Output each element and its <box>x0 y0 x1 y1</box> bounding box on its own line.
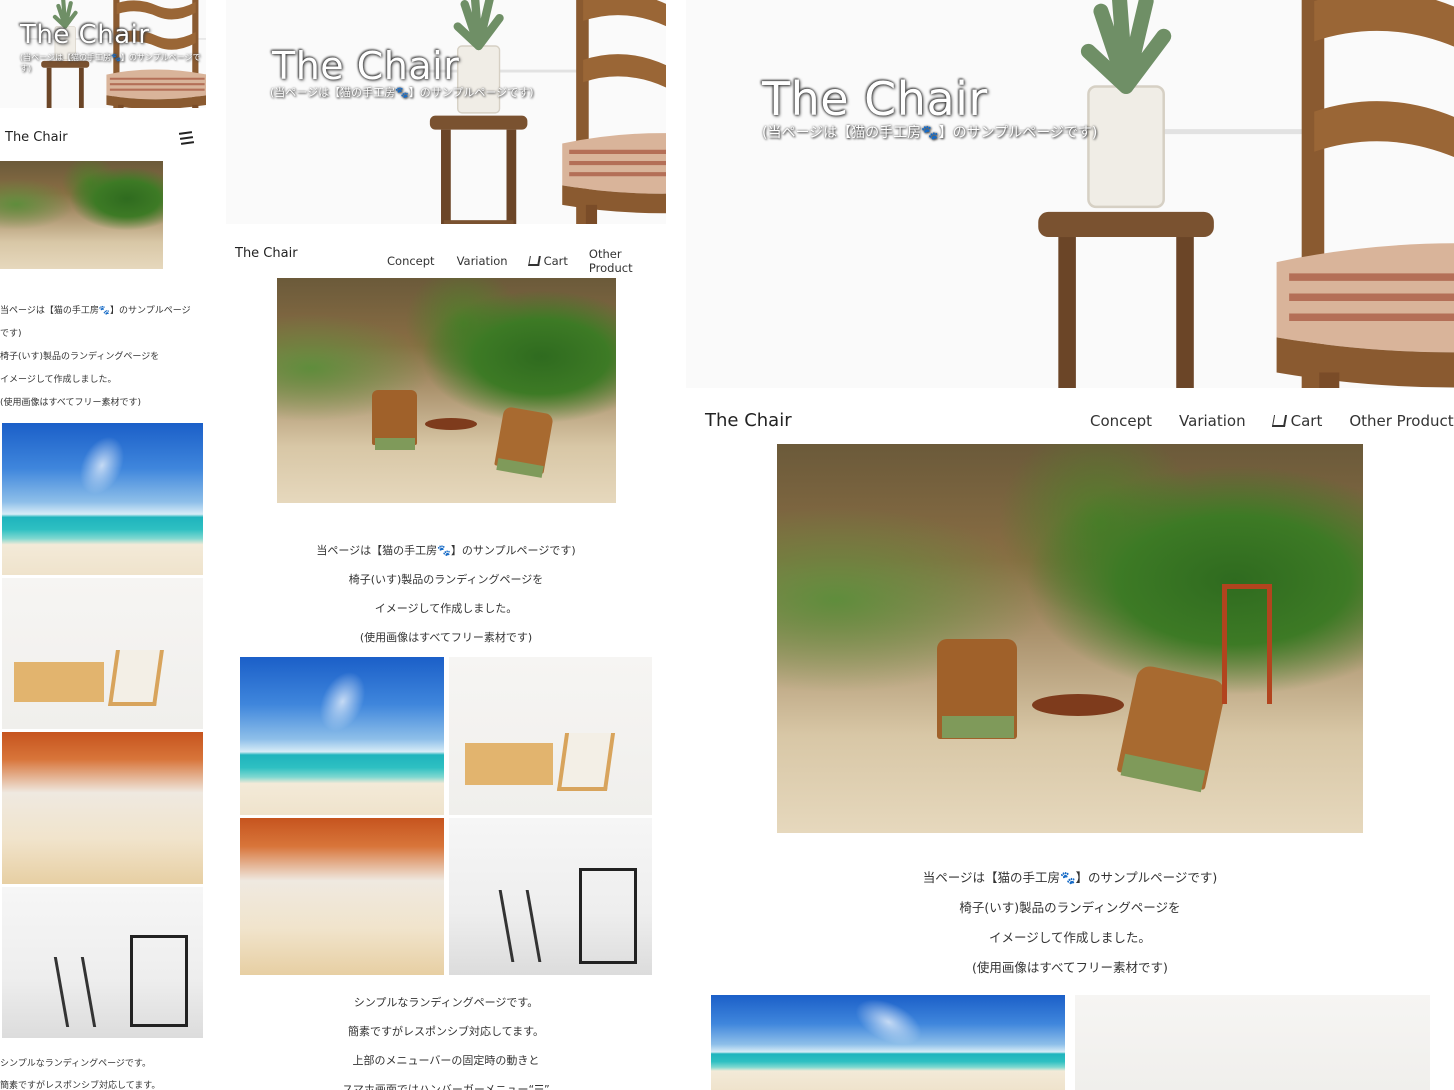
nav-cart[interactable]: Cart <box>1271 412 1323 430</box>
nav-concept[interactable]: Concept <box>387 254 435 268</box>
hero-subtitle: (当ページは【猫の手工房🐾】のサンプルページです) <box>270 86 534 99</box>
nav-menu: Concept Variation Cart Other Product <box>387 247 666 275</box>
beach-chair-image <box>2 423 203 575</box>
intro-text: 当ページは【猫の手工房🐾】のサンプルページ です) 椅子(いす)製品のランディン… <box>0 300 191 415</box>
nav-cart-label: Cart <box>543 254 568 268</box>
intro-line-2: 椅子(いす)製品のランディングページを <box>959 900 1181 915</box>
guitar-room-image <box>449 818 652 975</box>
garden-chairs-image <box>277 278 616 503</box>
wooden-furniture-image <box>1075 995 1430 1090</box>
intro-line-1b: です) <box>0 329 22 339</box>
brand-logo[interactable]: The Chair <box>235 246 298 261</box>
intro-line-4: (使用画像はすべてフリー素材です) <box>359 631 533 644</box>
nav-variation[interactable]: Variation <box>1179 412 1246 430</box>
hero-title: The Chair <box>762 72 988 126</box>
outro-line-4: スマホ画面ではハンバーガーメニュー“☰” <box>342 1083 550 1090</box>
nav-concept[interactable]: Concept <box>1090 412 1152 430</box>
garden-chairs-image <box>0 161 163 269</box>
nav-other-product[interactable]: Other Product <box>1349 412 1453 430</box>
outro-line-1: シンプルなランディングページです。 <box>0 1059 152 1069</box>
bright-room-image <box>240 818 444 975</box>
cart-icon <box>1271 415 1287 427</box>
intro-line-4: (使用画像はすべてフリー素材です) <box>972 960 1168 975</box>
hero-subtitle: (当ページは【猫の手工房🐾】のサンプルページです) <box>20 53 201 73</box>
beach-chair-image <box>711 995 1065 1090</box>
nav-cart[interactable]: Cart <box>527 254 568 268</box>
hero-chair-image <box>226 0 666 224</box>
guitar-room-image <box>2 887 203 1038</box>
hero-chair-image <box>686 0 1454 388</box>
garden-chairs-image <box>777 444 1363 833</box>
intro-line-3: イメージして作成しました。 <box>374 602 518 615</box>
hero-title: The Chair <box>272 44 460 88</box>
wooden-furniture-image <box>449 657 652 815</box>
bright-room-image <box>2 732 203 884</box>
hero-banner: The Chair (当ページは【猫の手工房🐾】のサンプルページです) <box>226 0 666 224</box>
desktop-preview: The Chair (当ページは【猫の手工房🐾】のサンプルページです) The … <box>686 0 1454 1090</box>
intro-text: 当ページは【猫の手工房🐾】のサンプルページです) 椅子(いす)製品のランディング… <box>226 536 666 652</box>
intro-text: 当ページは【猫の手工房🐾】のサンプルページです) 椅子(いす)製品のランディング… <box>686 863 1454 983</box>
outro-text: シンプルなランディングページです。 簡素ですがレスポンシブ対応してます。 <box>0 1053 160 1090</box>
intro-line-3: イメージして作成しました。 <box>0 375 117 385</box>
outro-text: シンプルなランディングページです。 簡素ですがレスポンシブ対応してます。 上部の… <box>226 988 666 1090</box>
hero-banner: The Chair (当ページは【猫の手工房🐾】のサンプルページです) <box>686 0 1454 388</box>
brand-logo[interactable]: The Chair <box>705 410 792 431</box>
intro-line-2: 椅子(いす)製品のランディングページを <box>348 573 544 586</box>
nav-other-product[interactable]: Other Product <box>589 247 666 275</box>
intro-line-1a: 当ページは【猫の手工房🐾】のサンプルページ <box>0 306 191 316</box>
hero-title: The Chair <box>20 20 150 50</box>
hero-banner: The Chair (当ページは【猫の手工房🐾】のサンプルページです) <box>0 0 206 108</box>
outro-line-2: 簡素ですがレスポンシブ対応してます。 <box>0 1081 161 1090</box>
intro-line-2: 椅子(いす)製品のランディングページを <box>0 352 160 362</box>
tablet-preview: The Chair (当ページは【猫の手工房🐾】のサンプルページです) The … <box>226 0 666 1090</box>
nav-cart-label: Cart <box>1290 412 1323 430</box>
wooden-furniture-image <box>2 578 203 729</box>
brand-logo[interactable]: The Chair <box>5 130 68 145</box>
intro-line-3: イメージして作成しました。 <box>989 930 1151 945</box>
outro-line-3: 上部のメニューバーの固定時の動きと <box>352 1054 540 1067</box>
intro-line-1: 当ページは【猫の手工房🐾】のサンプルページです) <box>316 544 576 557</box>
nav-menu: Concept Variation Cart Other Product <box>1090 412 1454 430</box>
outro-line-2: 簡素ですがレスポンシブ対応してます。 <box>347 1025 545 1038</box>
cart-icon <box>527 256 541 266</box>
intro-line-1: 当ページは【猫の手工房🐾】のサンプルページです) <box>922 870 1218 885</box>
hero-subtitle: (当ページは【猫の手工房🐾】のサンプルページです) <box>762 125 1098 141</box>
nav-variation[interactable]: Variation <box>457 254 508 268</box>
beach-chair-image <box>240 657 444 815</box>
hamburger-icon[interactable] <box>178 131 195 145</box>
intro-line-4: (使用画像はすべてフリー素材です) <box>0 398 142 408</box>
outro-line-1: シンプルなランディングページです。 <box>353 996 539 1009</box>
mobile-preview: The Chair (当ページは【猫の手工房🐾】のサンプルページです) The … <box>0 0 206 1090</box>
